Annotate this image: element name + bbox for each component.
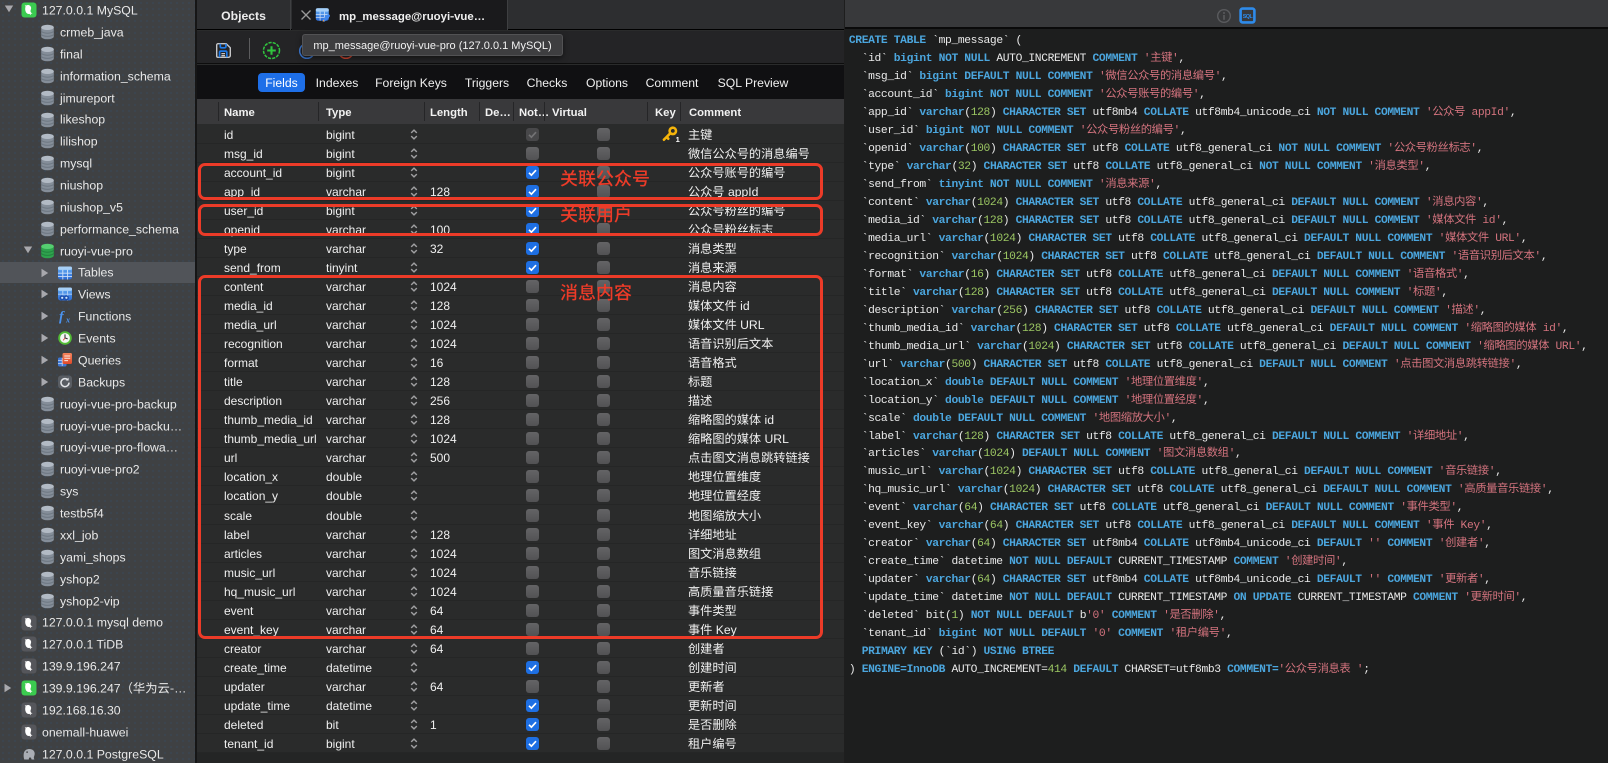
svg-text:f: f — [59, 310, 65, 325]
svg-text:x: x — [65, 316, 70, 325]
svg-text:1: 1 — [676, 134, 680, 141]
svg-text:SQL: SQL — [1243, 14, 1254, 20]
